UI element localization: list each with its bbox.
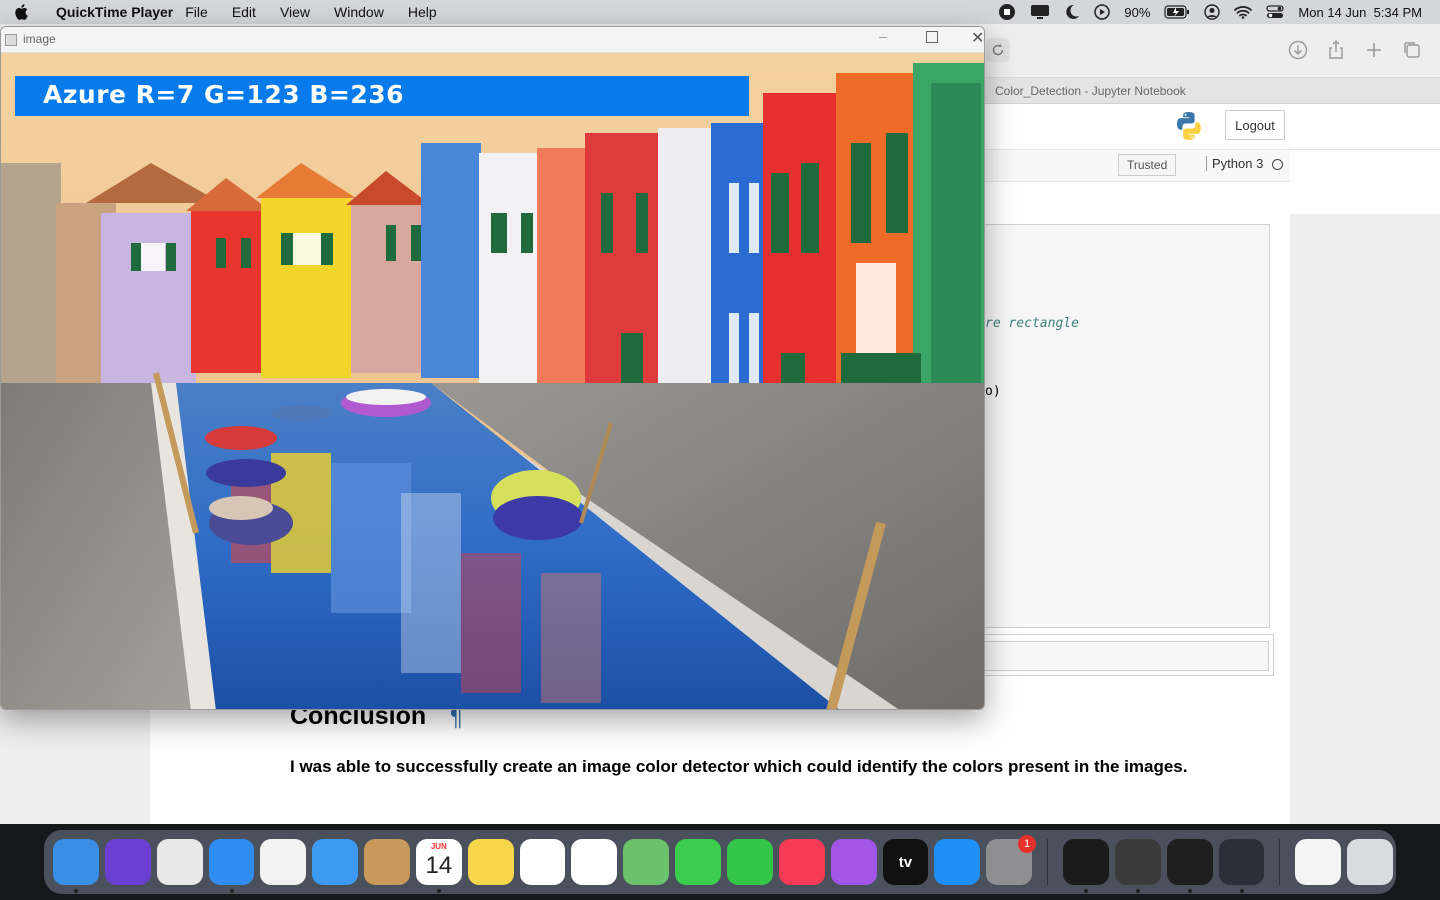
dock-documents-icon[interactable] [1295, 839, 1342, 885]
reload-icon [992, 44, 1004, 56]
menubar-clock[interactable]: Mon 14 Jun 5:34 PM [1298, 5, 1422, 20]
user-icon[interactable] [1204, 4, 1221, 20]
control-center-icon[interactable] [1266, 4, 1285, 20]
running-indicator [1239, 889, 1244, 893]
apple-menu-icon[interactable] [0, 3, 44, 21]
calendar-month: JUN [430, 842, 447, 851]
dock-chrome-icon[interactable] [260, 839, 307, 885]
reload-button[interactable] [986, 38, 1010, 62]
tv-label: tv [898, 853, 913, 871]
download-icon[interactable] [1288, 40, 1308, 60]
battery-percent: 90% [1124, 4, 1151, 20]
dock-contacts-icon[interactable] [364, 839, 410, 885]
wifi-icon[interactable] [1234, 5, 1253, 19]
window-app-icon [5, 34, 17, 46]
image-window-titlebar[interactable]: image – ✕ [1, 27, 984, 53]
dock-quicktime-player-icon[interactable] [1218, 839, 1265, 893]
menu-app-name[interactable]: QuickTime Player [44, 4, 173, 20]
dock-reminders-icon[interactable] [519, 839, 566, 885]
new-tab-icon[interactable] [1364, 40, 1384, 60]
dock-maps-icon[interactable] [623, 839, 670, 885]
python-logo-icon [1175, 111, 1203, 146]
canal-photo[interactable]: Azure R=7 G=123 B=236 [1, 53, 984, 709]
dock-launchpad-icon[interactable] [156, 839, 203, 885]
display-icon[interactable] [1030, 4, 1050, 20]
running-indicator [1187, 889, 1192, 893]
dock-music-icon[interactable] [778, 839, 825, 885]
dock-tv-icon[interactable]: tv [882, 839, 929, 885]
dock-system-preferences-icon[interactable]: 1 [986, 835, 1037, 885]
dock-activity-icon[interactable] [1166, 839, 1213, 893]
dock-sublime-text-icon[interactable] [1114, 839, 1161, 893]
dock-podcasts-icon[interactable] [830, 839, 877, 885]
empty-input-cell-editor[interactable] [979, 641, 1269, 671]
minimize-icon[interactable]: – [879, 28, 893, 46]
notification-badge: 1 [1018, 835, 1037, 853]
share-icon[interactable] [1326, 40, 1346, 60]
running-indicator [74, 889, 78, 893]
menu-bar: QuickTime Player File Edit View Window H… [0, 0, 1440, 24]
running-indicator [1135, 889, 1140, 893]
close-icon[interactable]: ✕ [971, 28, 984, 48]
dock-safari-icon[interactable] [208, 839, 255, 893]
maximize-icon[interactable] [926, 31, 938, 43]
dock-terminal-icon[interactable] [1063, 839, 1109, 893]
dock-separator [1047, 839, 1049, 885]
menu-file[interactable]: File [173, 0, 220, 24]
menu-view[interactable]: View [268, 0, 322, 24]
detected-color-banner: Azure R=7 G=123 B=236 [15, 76, 749, 116]
menu-help[interactable]: Help [396, 0, 449, 24]
play-circle-icon[interactable] [1094, 4, 1111, 20]
dock-separator [1279, 839, 1281, 885]
running-indicator [1084, 889, 1089, 893]
dock-mail-icon[interactable] [312, 839, 359, 885]
dock: JUN 14 tv 1 [44, 830, 1396, 894]
trusted-badge[interactable]: Trusted [1118, 154, 1177, 176]
detected-color-label: Azure R=7 G=123 B=236 [43, 80, 405, 109]
screen-record-icon[interactable] [998, 3, 1016, 21]
running-indicator [436, 889, 441, 893]
menu-window[interactable]: Window [322, 0, 396, 24]
dock-facetime-icon[interactable] [726, 839, 773, 885]
dock-finder-icon[interactable] [53, 839, 99, 893]
burano-canal-image [1, 53, 984, 709]
running-indicator [229, 889, 234, 893]
menu-edit[interactable]: Edit [220, 0, 268, 24]
dock-siri-icon[interactable] [104, 839, 151, 885]
dock-trash-icon[interactable] [1347, 839, 1394, 885]
dock-calendar-icon[interactable]: JUN 14 [415, 839, 462, 893]
tab-color-detection[interactable]: Color_Detection - Jupyter Notebook [995, 84, 1186, 98]
empty-input-cell[interactable] [970, 634, 1274, 676]
kernel-name[interactable]: Python 3 [1206, 156, 1263, 171]
code-comment: re rectangle [985, 316, 1079, 331]
image-window[interactable]: image – ✕ Azure R=7 G=123 B=236 [0, 26, 985, 710]
calendar-day: 14 [425, 852, 453, 879]
image-window-title: image [23, 32, 56, 46]
code-line: o) [985, 384, 1001, 399]
dock-app-store-icon[interactable] [934, 839, 981, 885]
kernel-idle-icon [1272, 159, 1283, 170]
dock-notes-icon[interactable] [467, 839, 514, 885]
code-cell[interactable] [980, 224, 1270, 628]
moon-icon[interactable] [1064, 4, 1080, 20]
logout-button[interactable]: Logout [1225, 110, 1285, 140]
dock-messages-icon[interactable] [675, 839, 721, 885]
conclusion-paragraph: I was able to successfully create an ima… [290, 757, 1188, 776]
dock-photos-icon[interactable] [571, 839, 618, 885]
tab-overview-icon[interactable] [1402, 40, 1422, 60]
battery-icon[interactable] [1164, 5, 1190, 19]
